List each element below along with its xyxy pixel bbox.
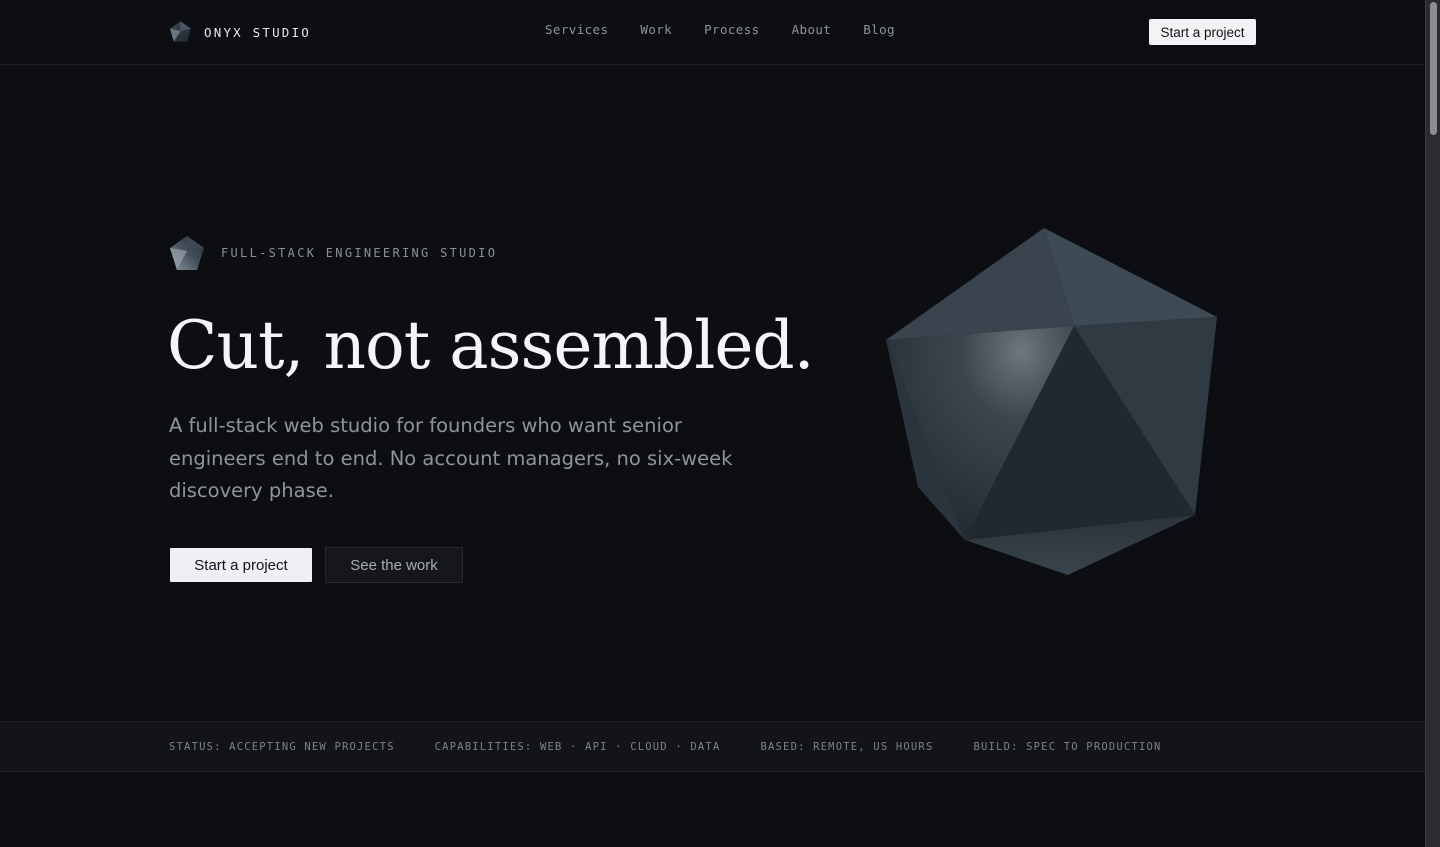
scrollbar-thumb[interactable] [1430,2,1437,135]
build-item: BUILD: SPEC TO PRODUCTION [973,741,1162,753]
main-nav: Services Work Process About Blog [545,22,895,37]
nav-blog[interactable]: Blog [863,22,895,37]
pentagon-gem-icon [169,21,192,42]
header-start-project-button[interactable]: Start a project [1149,19,1256,45]
site-header: ONYX STUDIO Services Work Process About … [0,0,1425,65]
capabilities-item: CAPABILITIES: WEB · API · CLOUD · DATA [434,741,721,753]
status-strip: STATUS: ACCEPTING NEW PROJECTS CAPABILIT… [0,721,1425,772]
start-project-button[interactable]: Start a project [170,548,312,582]
page: ONYX STUDIO Services Work Process About … [0,0,1425,847]
hero-subtitle: A full-stack web studio for founders who… [169,414,733,502]
location-item: BASED: REMOTE, US HOURS [760,741,934,753]
status-strip-items: STATUS: ACCEPTING NEW PROJECTS CAPABILIT… [169,741,1162,753]
status-item: STATUS: ACCEPTING NEW PROJECTS [169,741,395,753]
brand[interactable]: ONYX STUDIO [169,20,311,44]
nav-services[interactable]: Services [545,22,608,37]
see-work-button[interactable]: See the work [325,547,463,583]
eyebrow-text: FULL-STACK ENGINEERING STUDIO [221,246,498,260]
nav-work[interactable]: Work [640,22,672,37]
hero-title: Cut, not assembled. [167,307,815,384]
hero-eyebrow: FULL-STACK ENGINEERING STUDIO [169,235,497,271]
brand-name: ONYX STUDIO [204,24,311,40]
nav-process[interactable]: Process [704,22,759,37]
nav-about[interactable]: About [792,22,832,37]
faceted-gem-illustration [886,228,1217,575]
scrollbar[interactable] [1425,0,1440,847]
pentagon-gem-icon [170,236,204,270]
